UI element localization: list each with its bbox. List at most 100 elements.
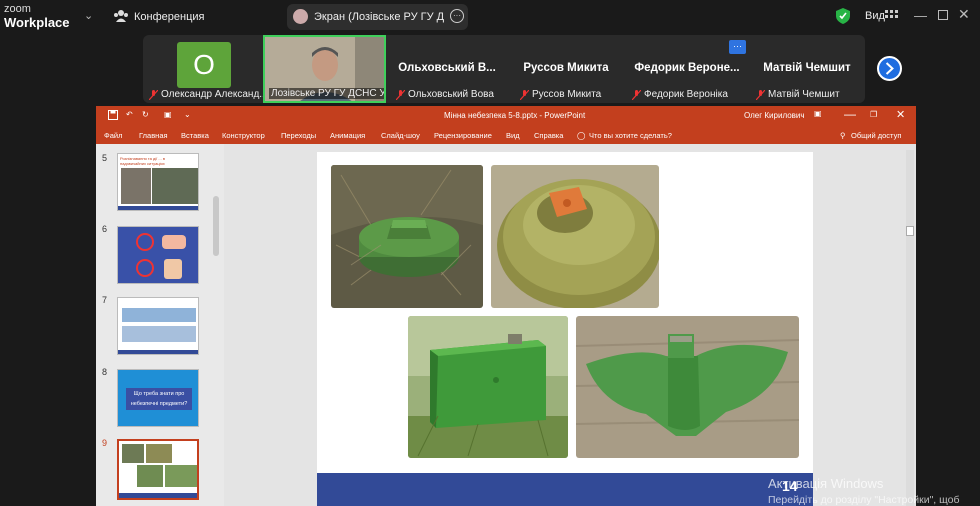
thumbnail-title: Що треба знати про небезпечні предмети? bbox=[126, 388, 192, 410]
participant-name: Олександр Александ... bbox=[161, 89, 268, 100]
zoom-logo-line2: Workplace bbox=[4, 15, 70, 30]
mic-muted-icon bbox=[149, 89, 158, 100]
tab-file[interactable]: Файл bbox=[104, 131, 122, 140]
participant-label: Матвій Чемшит bbox=[756, 89, 840, 100]
slide-thumbnail-5[interactable]: Розпізнавання та дії ... в надзвичайних … bbox=[117, 153, 199, 211]
participant-name: Лозівське РУ ГУ ДСНС У... bbox=[271, 88, 386, 99]
tab-transitions[interactable]: Переходы bbox=[281, 131, 316, 140]
customize-toolbar-icon[interactable]: ⌄ bbox=[184, 110, 191, 119]
thumbnail-photo-row bbox=[122, 308, 196, 322]
mic-muted-icon bbox=[520, 89, 529, 100]
conference-label[interactable]: Конференция bbox=[134, 11, 204, 23]
participant-display-name: Матвій Чемшит bbox=[763, 62, 851, 74]
security-shield-icon[interactable] bbox=[836, 8, 850, 24]
close-icon[interactable]: ✕ bbox=[896, 108, 905, 121]
presentation-icon[interactable]: ▣ bbox=[164, 110, 172, 119]
mine-photo-2 bbox=[491, 165, 659, 308]
minimize-icon[interactable]: — bbox=[844, 107, 856, 121]
restore-icon[interactable]: ❐ bbox=[870, 110, 877, 119]
thumbnail-photo bbox=[152, 168, 198, 204]
share-icon: ⚲ bbox=[840, 131, 846, 140]
windows-activation-watermark: Активація Windows bbox=[768, 476, 884, 491]
participant-label: Ольховський Вова bbox=[396, 89, 494, 100]
slide-thumbnail-8[interactable]: Що треба знати про небезпечні предмети? bbox=[117, 369, 199, 427]
participant-name: Ольховський Вова bbox=[408, 89, 494, 100]
vertical-scrollbar[interactable] bbox=[906, 150, 914, 506]
windows-activation-subtext: Перейдіть до розділу "Настройки", щоб bbox=[768, 494, 960, 506]
thumbnail-footer bbox=[118, 206, 198, 210]
mine-photo-3 bbox=[408, 316, 568, 458]
prohibited-icon bbox=[136, 259, 154, 277]
slide-number: 6 bbox=[102, 224, 108, 234]
hand-icon bbox=[164, 259, 182, 279]
mine-image bbox=[408, 316, 568, 458]
thumbnail-photo bbox=[121, 168, 151, 204]
chevron-down-icon[interactable]: ⌄ bbox=[84, 9, 93, 22]
thumbnail-photo bbox=[165, 465, 197, 487]
tab-design[interactable]: Конструктор bbox=[222, 131, 265, 140]
participant-tile-active-video[interactable]: Лозівське РУ ГУ ДСНС У... bbox=[263, 35, 386, 103]
view-label[interactable]: Вид bbox=[865, 10, 885, 22]
slide-thumbnail-6[interactable] bbox=[117, 226, 199, 284]
scroll-thumb[interactable] bbox=[906, 226, 914, 236]
participant-label: Федорик Вероніка bbox=[632, 89, 728, 100]
slide-thumbnail-7[interactable] bbox=[117, 297, 199, 355]
zoom-logo[interactable]: zoom Workplace bbox=[4, 3, 70, 29]
tab-help[interactable]: Справка bbox=[534, 131, 563, 140]
thumbnail-footer bbox=[118, 350, 198, 354]
thumbnail-graphic bbox=[162, 235, 186, 249]
participants-icon bbox=[114, 10, 128, 22]
avatar: O bbox=[177, 42, 231, 88]
thumbnail-footer bbox=[119, 493, 197, 498]
mine-image bbox=[576, 316, 799, 458]
tab-home[interactable]: Главная bbox=[139, 131, 168, 140]
screen-share-label: Экран (Лозівське РУ ГУ ДСНС У bbox=[314, 11, 444, 23]
tab-animations[interactable]: Анимация bbox=[330, 131, 365, 140]
participant-label: Олександр Александ... bbox=[149, 89, 268, 100]
presenter-avatar bbox=[293, 9, 308, 24]
minimize-icon[interactable]: — bbox=[914, 8, 927, 23]
maximize-icon[interactable] bbox=[938, 10, 948, 20]
tell-me-input[interactable]: Что вы хотите сделать? bbox=[589, 131, 672, 140]
share-button[interactable]: Общий доступ bbox=[851, 131, 901, 140]
mine-photo-4 bbox=[576, 316, 799, 458]
participant-name: Матвій Чемшит bbox=[768, 89, 840, 100]
user-name[interactable]: Олег Кирилович bbox=[744, 111, 805, 120]
thumbnail-title: Розпізнавання та дії ... в надзвичайних … bbox=[120, 156, 165, 166]
participant-tile[interactable]: Ольховський В... Ольховський Вова bbox=[392, 36, 502, 102]
close-icon[interactable]: ✕ bbox=[958, 6, 970, 23]
mic-muted-icon bbox=[756, 89, 765, 100]
thumbnail-photo bbox=[122, 444, 144, 463]
next-page-icon[interactable] bbox=[877, 56, 902, 81]
thumbnail-photo bbox=[146, 444, 172, 463]
tab-slideshow[interactable]: Слайд-шоу bbox=[381, 131, 420, 140]
participant-tile[interactable]: Руссов Микита Руссов Микита bbox=[516, 36, 616, 102]
panel-scrollbar[interactable] bbox=[213, 196, 219, 256]
slide-number: 5 bbox=[102, 153, 108, 163]
slide-thumbnail-9-selected[interactable] bbox=[117, 439, 199, 500]
lightbulb-icon: ◯ bbox=[577, 131, 586, 140]
participant-display-name: Федорик Вероне... bbox=[634, 62, 740, 74]
participant-tile[interactable]: Матвій Чемшит Матвій Чемшит bbox=[752, 36, 862, 102]
participant-tile[interactable]: O Олександр Александ... bbox=[145, 36, 268, 102]
window-title: Мінна небезпека 5-8.pptx - PowerPoint bbox=[444, 111, 586, 120]
tab-review[interactable]: Рецензирование bbox=[434, 131, 492, 140]
slide-number: 8 bbox=[102, 367, 108, 377]
more-options-icon[interactable]: ··· bbox=[450, 9, 464, 23]
redo-icon[interactable]: ↻ bbox=[142, 110, 149, 119]
slide-number-selected: 9 bbox=[102, 438, 108, 448]
undo-icon[interactable]: ↶ bbox=[126, 110, 133, 119]
grid-view-icon[interactable] bbox=[885, 10, 899, 22]
tab-insert[interactable]: Вставка bbox=[181, 131, 209, 140]
thumbnail-photo-row bbox=[122, 326, 196, 342]
mine-image bbox=[491, 165, 659, 308]
save-icon[interactable] bbox=[108, 110, 118, 120]
ribbon-display-icon[interactable]: ▣ bbox=[814, 109, 822, 118]
participant-display-name: Ольховський В... bbox=[398, 62, 496, 74]
more-icon[interactable]: ··· bbox=[729, 40, 746, 54]
tab-view[interactable]: Вид bbox=[506, 131, 520, 140]
thumbnail-photo bbox=[137, 465, 163, 487]
slide-footer-bar bbox=[317, 473, 813, 506]
prohibited-icon bbox=[136, 233, 154, 251]
mine-photo-1 bbox=[331, 165, 483, 308]
